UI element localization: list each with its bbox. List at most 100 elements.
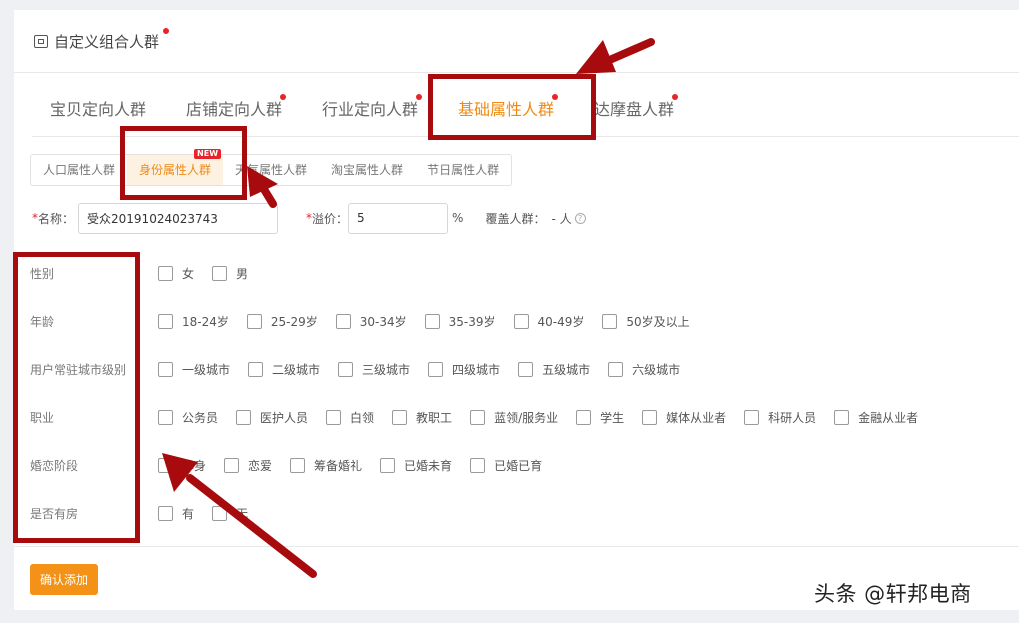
new-dot bbox=[416, 94, 422, 100]
checkbox[interactable] bbox=[212, 265, 228, 281]
subtab-4[interactable]: 节日属性人群 bbox=[415, 155, 511, 185]
option[interactable]: 恋爱 bbox=[224, 457, 272, 474]
option-label: 30-34岁 bbox=[359, 314, 407, 329]
panel-title-text: 自定义组合人群 bbox=[54, 32, 160, 51]
option[interactable]: 无 bbox=[212, 505, 248, 522]
option[interactable]: 媒体从业者 bbox=[642, 409, 726, 426]
option[interactable]: 40-49岁 bbox=[513, 313, 584, 330]
option[interactable]: 医护人员 bbox=[236, 409, 308, 426]
option[interactable]: 男 bbox=[212, 265, 248, 282]
checkbox[interactable] bbox=[326, 409, 342, 425]
option[interactable]: 学生 bbox=[576, 409, 624, 426]
option[interactable]: 五级城市 bbox=[518, 361, 590, 378]
option-label: 18-24岁 bbox=[182, 314, 229, 329]
option[interactable]: 50岁及以上 bbox=[602, 313, 690, 330]
checkbox[interactable] bbox=[380, 457, 396, 473]
option-label: 男 bbox=[236, 266, 249, 281]
option[interactable]: 18-24岁 bbox=[158, 313, 229, 330]
checkbox[interactable] bbox=[470, 457, 486, 473]
option[interactable]: 科研人员 bbox=[744, 409, 816, 426]
option[interactable]: 四级城市 bbox=[428, 361, 500, 378]
checkbox[interactable] bbox=[608, 361, 624, 377]
checkbox[interactable] bbox=[424, 313, 440, 329]
subtab-label: 节日属性人群 bbox=[427, 163, 500, 177]
premium-input[interactable]: 5 bbox=[348, 202, 449, 234]
checkbox[interactable] bbox=[158, 361, 173, 377]
option-label: 一级城市 bbox=[182, 362, 231, 377]
option[interactable]: 金融从业者 bbox=[834, 409, 918, 426]
tab-label: 行业定向人群 bbox=[322, 100, 419, 119]
divider bbox=[14, 72, 1019, 73]
confirm-add-button[interactable]: 确认添加 bbox=[30, 564, 98, 595]
tab-4[interactable]: 达摩盘人群 bbox=[594, 94, 678, 126]
option-label: 女 bbox=[182, 266, 195, 281]
option[interactable]: 六级城市 bbox=[608, 361, 680, 378]
option[interactable]: 筹备婚礼 bbox=[290, 457, 362, 474]
checkbox[interactable] bbox=[158, 313, 173, 329]
checkbox[interactable] bbox=[246, 313, 262, 329]
checkbox[interactable] bbox=[470, 409, 486, 425]
annotation-box-labels bbox=[13, 252, 140, 543]
checkbox[interactable] bbox=[642, 409, 658, 425]
tab-2[interactable]: 行业定向人群 bbox=[322, 94, 422, 126]
option[interactable]: 二级城市 bbox=[248, 361, 320, 378]
checkbox[interactable] bbox=[236, 409, 252, 425]
checkbox[interactable] bbox=[513, 313, 529, 329]
checkbox[interactable] bbox=[290, 457, 306, 473]
option[interactable]: 一级城市 bbox=[158, 361, 230, 378]
option[interactable]: 已婚未育 bbox=[380, 457, 452, 474]
tab-1[interactable]: 店铺定向人群 bbox=[186, 94, 286, 126]
option[interactable]: 教职工 bbox=[392, 409, 452, 426]
checkbox[interactable] bbox=[158, 505, 173, 521]
option[interactable]: 三级城市 bbox=[338, 361, 410, 378]
footer-divider bbox=[14, 546, 1019, 547]
option-label: 单身 bbox=[182, 458, 207, 473]
new-dot bbox=[163, 28, 170, 34]
checkbox[interactable] bbox=[224, 457, 240, 473]
option[interactable]: 25-29岁 bbox=[246, 313, 318, 330]
annotation-box-subtab bbox=[120, 126, 247, 200]
option[interactable]: 30-34岁 bbox=[335, 313, 407, 330]
coverage-value: - 人 bbox=[551, 211, 572, 226]
checkbox[interactable] bbox=[248, 361, 264, 377]
option[interactable]: 已婚已育 bbox=[470, 457, 542, 474]
option[interactable]: 女 bbox=[158, 265, 194, 282]
option-label: 恋爱 bbox=[248, 458, 273, 473]
option[interactable]: 35-39岁 bbox=[424, 313, 496, 330]
option[interactable]: 蓝领/服务业 bbox=[470, 409, 558, 426]
checkbox[interactable] bbox=[576, 409, 592, 425]
checkbox[interactable] bbox=[335, 313, 351, 329]
subtab-0[interactable]: 人口属性人群 bbox=[31, 155, 127, 185]
audience-icon bbox=[34, 34, 48, 48]
option[interactable]: 有 bbox=[158, 505, 194, 522]
checkbox[interactable] bbox=[158, 265, 173, 281]
tab-0[interactable]: 宝贝定向人群 bbox=[50, 96, 146, 126]
subtab-label: 人口属性人群 bbox=[43, 163, 116, 177]
option-label: 已婚未育 bbox=[404, 458, 453, 473]
checkbox[interactable] bbox=[212, 505, 228, 521]
option[interactable]: 公务员 bbox=[158, 409, 218, 426]
checkbox[interactable] bbox=[602, 313, 618, 329]
checkbox[interactable] bbox=[158, 457, 173, 473]
help-icon[interactable]: ? bbox=[574, 212, 586, 224]
option-label: 五级城市 bbox=[542, 362, 591, 377]
checkbox[interactable] bbox=[338, 361, 354, 377]
checkbox[interactable] bbox=[392, 409, 408, 425]
watermark: 头条 @轩邦电商 bbox=[814, 582, 972, 606]
option-label: 四级城市 bbox=[452, 362, 501, 377]
option-label: 无 bbox=[236, 506, 249, 521]
checkbox[interactable] bbox=[428, 361, 444, 377]
checkbox[interactable] bbox=[518, 361, 534, 377]
subtab-3[interactable]: 淘宝属性人群 bbox=[319, 155, 415, 185]
checkbox[interactable] bbox=[158, 409, 173, 425]
option[interactable]: 白领 bbox=[326, 409, 374, 426]
name-label: 名称： bbox=[38, 211, 75, 226]
option-label: 二级城市 bbox=[272, 362, 321, 377]
option-label: 医护人员 bbox=[260, 410, 309, 425]
option[interactable]: 单身 bbox=[158, 457, 206, 474]
premium-label: 溢价： bbox=[312, 211, 349, 226]
tab-label: 店铺定向人群 bbox=[186, 100, 283, 119]
checkbox[interactable] bbox=[744, 409, 760, 425]
name-input[interactable]: 受众20191024023743 bbox=[78, 202, 279, 234]
checkbox[interactable] bbox=[834, 409, 850, 425]
